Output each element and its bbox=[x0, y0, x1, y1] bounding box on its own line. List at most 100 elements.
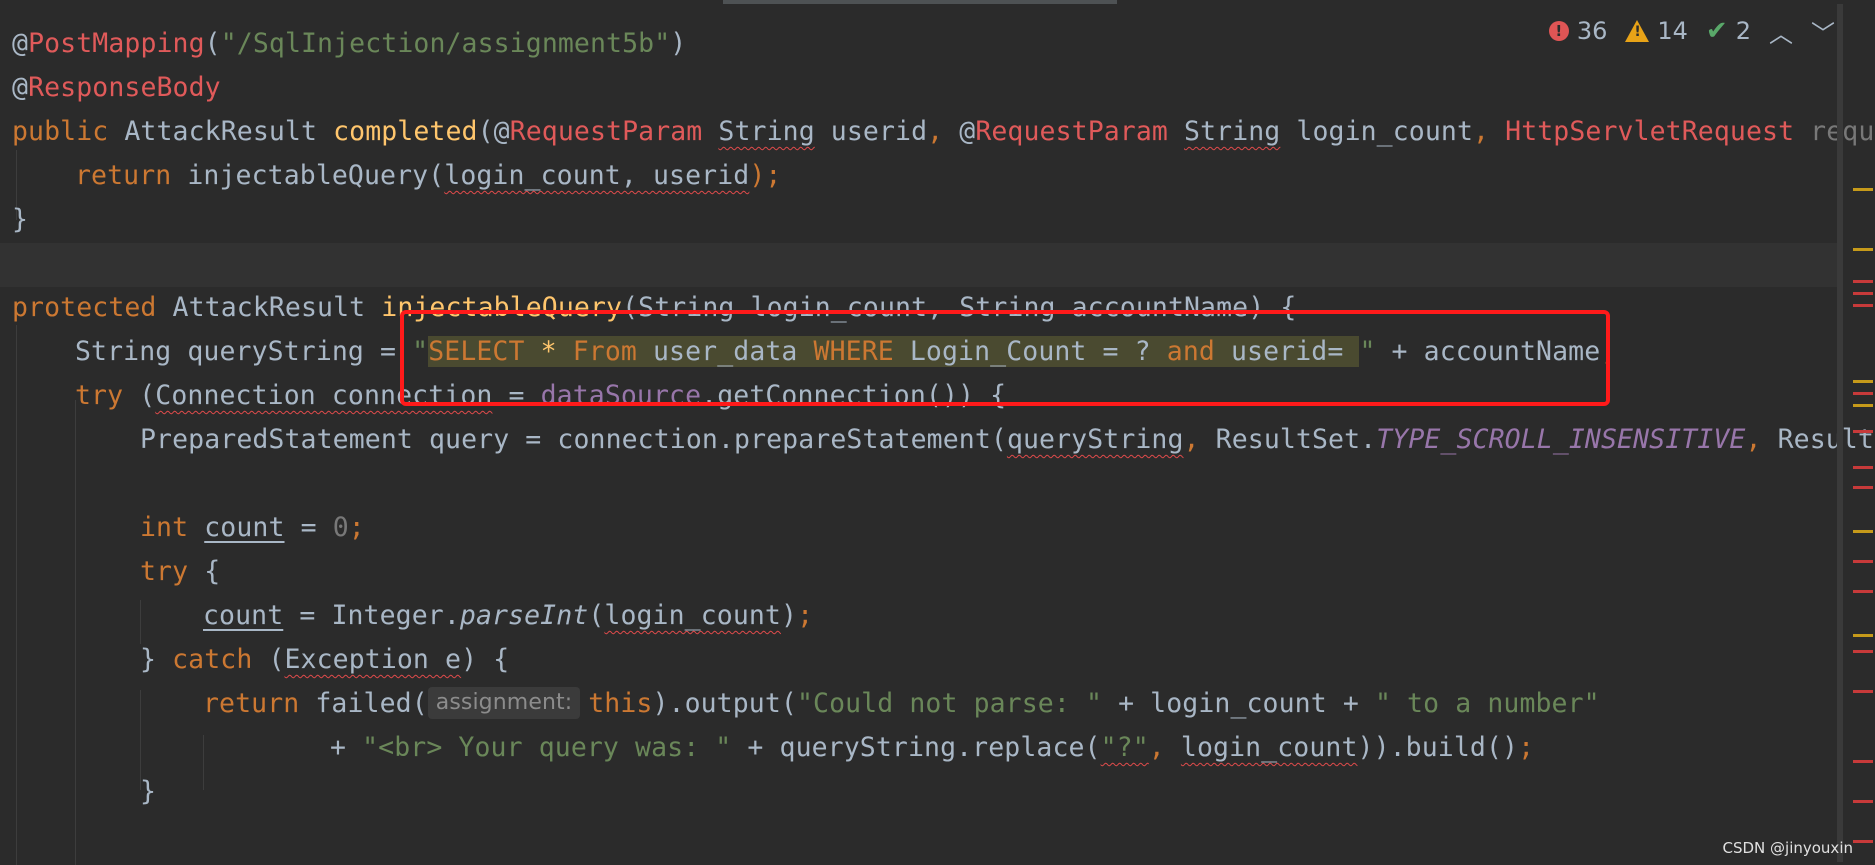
call-replace: + queryString.replace( bbox=[731, 732, 1101, 763]
arg-login-count: login_count bbox=[1180, 732, 1358, 763]
error-marker[interactable] bbox=[1853, 304, 1873, 307]
var-count: count bbox=[204, 512, 285, 543]
code-line-14[interactable]: count = Integer.parseInt(login_count); bbox=[203, 594, 813, 638]
code-line-12[interactable]: int count = 0; bbox=[140, 506, 365, 550]
arg-query-string: queryString bbox=[1006, 424, 1184, 455]
paren: ) bbox=[781, 600, 798, 631]
code-line-15[interactable]: } catch (Exception e) { bbox=[140, 638, 509, 682]
number-zero: 0 bbox=[332, 512, 349, 543]
horizontal-scrollbar[interactable] bbox=[723, 0, 1117, 4]
error-marker[interactable] bbox=[1853, 466, 1873, 469]
semicolon: ; bbox=[348, 512, 365, 543]
errors-count[interactable]: ! 36 bbox=[1548, 17, 1608, 45]
paren: ( bbox=[588, 600, 605, 631]
annotation-requestparam: RequestParam bbox=[975, 116, 1168, 147]
resultset-class: ResultSet. bbox=[1199, 424, 1377, 455]
warning-marker[interactable] bbox=[1853, 188, 1873, 191]
inspections-widget[interactable]: ! 36 ! 14 ✔ 2 ︿ ﹀ bbox=[1548, 14, 1835, 49]
error-marker[interactable] bbox=[1853, 840, 1873, 843]
comma: , bbox=[1473, 116, 1490, 147]
keyword-return: return bbox=[75, 160, 172, 191]
code-line-13[interactable]: try { bbox=[140, 550, 220, 594]
error-marker[interactable] bbox=[1853, 590, 1873, 593]
semicolon: ; bbox=[1518, 732, 1535, 763]
keyword-public: public bbox=[12, 116, 109, 147]
errors-count-label: 36 bbox=[1576, 17, 1608, 45]
chevron-down-icon[interactable]: ﹀ bbox=[1811, 14, 1835, 49]
closing-brace: } bbox=[140, 644, 173, 675]
string-to-a-number: " to a number" bbox=[1374, 688, 1600, 719]
param-userid: userid bbox=[814, 116, 928, 147]
call-failed: failed( bbox=[299, 688, 428, 719]
chevron-up-icon[interactable]: ︿ bbox=[1769, 14, 1793, 49]
string-question-mark: "?" bbox=[1100, 732, 1149, 763]
error-marker[interactable] bbox=[1853, 280, 1873, 283]
call-args: login_count, userid bbox=[444, 160, 750, 191]
warning-marker[interactable] bbox=[1853, 530, 1873, 533]
annotation-at: @ bbox=[12, 28, 29, 59]
annotation-postmapping: PostMapping bbox=[28, 28, 205, 59]
double-check-icon: ✔ bbox=[1705, 16, 1728, 46]
code-line-10[interactable]: PreparedStatement query = connection.pre… bbox=[140, 418, 1875, 462]
string-your-query-was: "<br> Your query was: " bbox=[362, 732, 732, 763]
error-marker[interactable] bbox=[1853, 800, 1873, 803]
code-editor[interactable]: @PostMapping("/SqlInjection/assignment5b… bbox=[0, 0, 1875, 865]
annotation-at: @ bbox=[943, 116, 976, 147]
type-string: String bbox=[1184, 116, 1281, 147]
warnings-count-label: 14 bbox=[1657, 17, 1688, 45]
warning-marker[interactable] bbox=[1853, 634, 1873, 637]
closing-brace: } bbox=[12, 204, 29, 235]
code-line-18[interactable]: } bbox=[140, 770, 156, 814]
error-stripe[interactable] bbox=[1843, 0, 1875, 865]
warning-marker[interactable] bbox=[1853, 248, 1873, 251]
comma: , bbox=[1745, 424, 1762, 455]
annotation-requestparam: RequestParam bbox=[509, 116, 703, 147]
call-injectable-query: injectableQuery( bbox=[171, 160, 445, 191]
keyword-int: int bbox=[140, 512, 189, 543]
weak-warnings-count-label: 2 bbox=[1735, 17, 1751, 45]
code-line-1[interactable]: @PostMapping("/SqlInjection/assignment5b… bbox=[12, 22, 686, 66]
warning-marker[interactable] bbox=[1853, 380, 1873, 383]
warnings-count[interactable]: ! 14 bbox=[1625, 17, 1688, 45]
closing-brace: } bbox=[140, 776, 157, 807]
error-marker[interactable] bbox=[1853, 760, 1873, 763]
annotation-responsebody: ResponseBody bbox=[28, 72, 221, 103]
error-marker[interactable] bbox=[1853, 292, 1873, 295]
weak-warnings-count[interactable]: ✔ 2 bbox=[1706, 16, 1751, 46]
var-count: count bbox=[203, 600, 284, 631]
code-line-3[interactable]: public AttackResult completed(@RequestPa… bbox=[12, 110, 1875, 154]
integer-class: = Integer. bbox=[283, 600, 460, 631]
error-marker[interactable] bbox=[1853, 690, 1873, 693]
comma: , bbox=[927, 116, 944, 147]
warning-marker[interactable] bbox=[1853, 404, 1873, 407]
error-marker[interactable] bbox=[1853, 650, 1873, 653]
comma: , bbox=[1148, 732, 1165, 763]
error-marker[interactable] bbox=[1853, 560, 1873, 563]
equals: = bbox=[284, 512, 333, 543]
arg-login-count: login_count bbox=[604, 600, 781, 631]
code-line-4[interactable]: return injectableQuery(login_count, user… bbox=[75, 154, 781, 198]
indent-guide bbox=[16, 325, 17, 865]
keyword-try: try bbox=[140, 556, 189, 587]
plus-operator: + bbox=[330, 732, 363, 763]
code-line-16[interactable]: return failed(assignment: this).output("C… bbox=[203, 682, 1600, 726]
method-name-completed: completed bbox=[333, 116, 478, 147]
constant-type-scroll-insensitive: TYPE_SCROLL_INSENSITIVE bbox=[1376, 424, 1746, 455]
paren: ( bbox=[252, 644, 285, 675]
call-output: ).output( bbox=[652, 688, 797, 719]
error-marker[interactable] bbox=[1853, 430, 1873, 433]
paren: ) bbox=[670, 28, 687, 59]
indent-guide bbox=[203, 735, 204, 790]
keyword-return: return bbox=[203, 688, 300, 719]
error-marker[interactable] bbox=[1853, 392, 1873, 395]
parameter-hint: assignment: bbox=[427, 687, 581, 719]
keyword-try: try bbox=[75, 380, 124, 411]
code-line-5[interactable]: } bbox=[12, 198, 28, 242]
code-line-17[interactable]: + "<br> Your query was: " + queryString.… bbox=[330, 726, 1534, 770]
query-string-decl: String queryString = bbox=[75, 336, 413, 367]
code-line-2[interactable]: @ResponseBody bbox=[12, 66, 221, 110]
error-marker[interactable] bbox=[1853, 486, 1873, 489]
warning-triangle-icon: ! bbox=[1625, 20, 1650, 42]
